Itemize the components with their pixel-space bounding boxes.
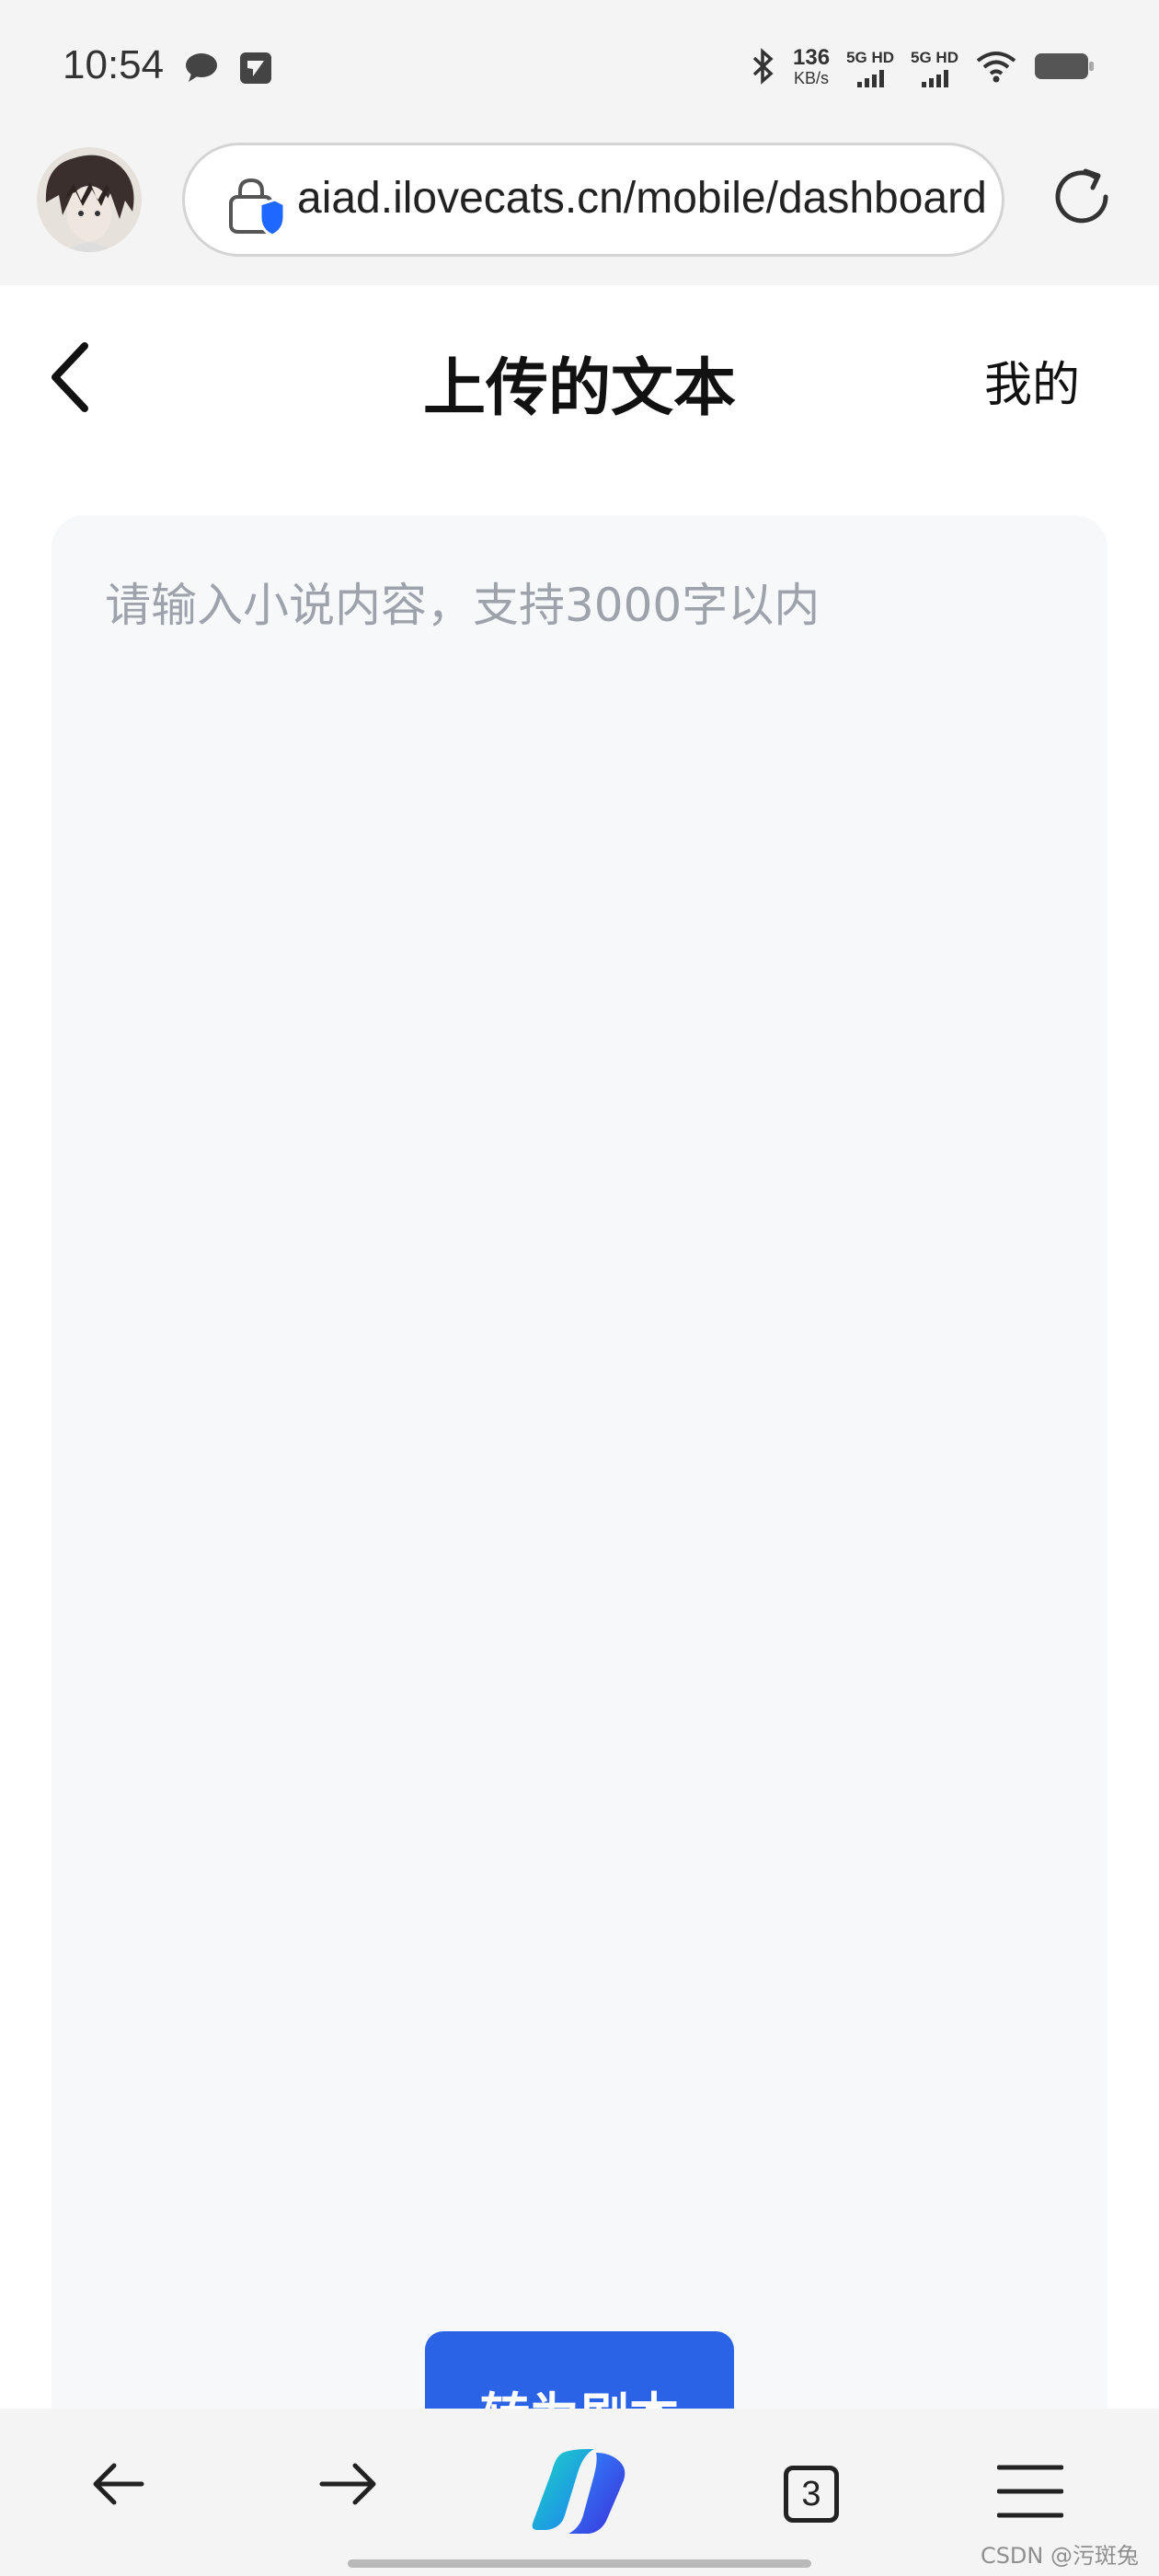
address-bar[interactable]: aiad.ilovecats.cn/mobile/dashboard bbox=[182, 143, 1004, 257]
convert-to-script-button[interactable]: 转为剧本 bbox=[425, 2331, 734, 2409]
menu-icon[interactable] bbox=[996, 2464, 1064, 2523]
speed-value: 136 bbox=[793, 45, 831, 70]
bluetooth-icon bbox=[749, 48, 776, 88]
signal-bars-icon bbox=[846, 69, 894, 87]
sim1-signal: 5G HD bbox=[846, 48, 895, 87]
tabs-icon[interactable]: 3 bbox=[784, 2466, 839, 2523]
status-left-icons bbox=[184, 52, 272, 88]
copilot-icon[interactable] bbox=[528, 2445, 631, 2541]
profile-avatar[interactable] bbox=[37, 147, 142, 252]
watermark: CSDN @污斑兔 bbox=[980, 2543, 1139, 2569]
network-speed: 136 KB/s bbox=[793, 45, 831, 88]
browser-bottom-nav: 3 CSDN @污斑兔 bbox=[0, 2409, 1159, 2576]
wifi-icon bbox=[975, 50, 1017, 86]
back-arrow-icon[interactable] bbox=[88, 2455, 147, 2517]
page-content: 上传的文本 我的 请输入小说内容，支持3000字以内 转为剧本 bbox=[0, 285, 1159, 2409]
browser-toolbar: aiad.ilovecats.cn/mobile/dashboard bbox=[0, 138, 1159, 285]
sim2-label: 5G HD bbox=[911, 48, 958, 66]
reload-icon[interactable] bbox=[1049, 166, 1115, 236]
home-indicator[interactable] bbox=[348, 2559, 811, 2568]
app-notification-icon bbox=[239, 52, 272, 88]
sim2-signal: 5G HD bbox=[911, 48, 958, 87]
secure-lock-icon[interactable] bbox=[227, 177, 286, 241]
sim1-label: 5G HD bbox=[846, 48, 895, 66]
speed-unit: KB/s bbox=[794, 69, 830, 87]
status-right-icons: 136 KB/s 5G HD 5G HD bbox=[749, 45, 1095, 88]
signal-bars-icon bbox=[911, 69, 958, 87]
url-text[interactable]: aiad.ilovecats.cn/mobile/dashboard bbox=[297, 173, 987, 224]
novel-text-input[interactable]: 请输入小说内容，支持3000字以内 bbox=[52, 515, 1107, 2409]
mine-link[interactable]: 我的 bbox=[984, 346, 1080, 415]
chat-bubble-icon bbox=[184, 52, 219, 88]
battery-icon bbox=[1034, 52, 1095, 85]
forward-arrow-icon[interactable] bbox=[316, 2455, 381, 2517]
status-time: 10:54 bbox=[63, 42, 165, 87]
editor-placeholder: 请输入小说内容，支持3000字以内 bbox=[105, 579, 820, 632]
status-bar: 10:54 136 KB/s 5G HD 5G HD bbox=[0, 0, 1159, 138]
